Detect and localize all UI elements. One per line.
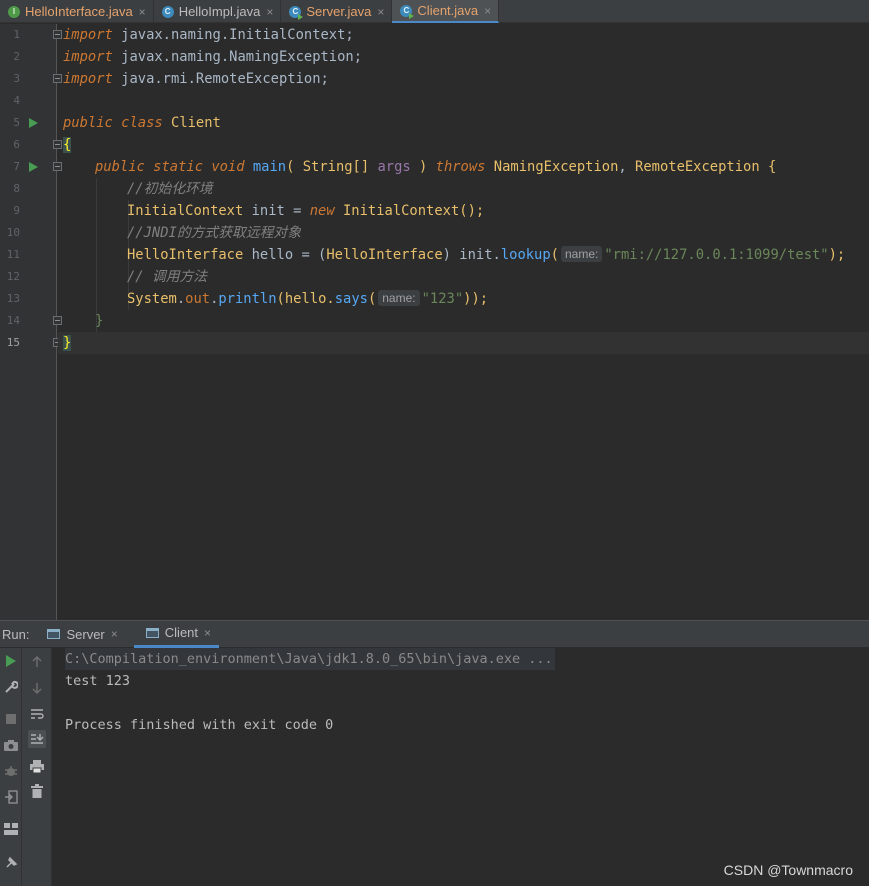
run-gutter-icon[interactable]: [29, 162, 38, 172]
print-icon[interactable]: [28, 757, 46, 775]
console-icon: [145, 627, 159, 638]
line-number: 12: [6, 270, 20, 283]
class-run-icon: C: [289, 5, 304, 20]
code-line-1: import javax.naming.InitialContext;: [63, 27, 354, 43]
code-line-11: HelloInterface hello = (HelloInterface) …: [127, 246, 846, 263]
run-tab-client[interactable]: Client ×: [133, 621, 220, 648]
fold-icon[interactable]: [53, 140, 62, 149]
interface-icon: I: [8, 5, 20, 18]
line-number: 9: [13, 204, 20, 217]
run-gutter-icon[interactable]: [29, 118, 38, 128]
login-icon[interactable]: [2, 788, 20, 806]
console-line: Process finished with exit code 0: [65, 717, 334, 733]
code-line-8: //初始化环境: [127, 181, 213, 197]
code-line-14: }: [95, 313, 104, 329]
code-line-13: System.out.println(hello.says(name: "123"…: [127, 290, 489, 307]
close-icon[interactable]: ×: [111, 627, 118, 641]
line-number: 2: [13, 50, 20, 63]
code-line-3: import java.rmi.RemoteException;: [63, 71, 329, 87]
wrench-icon[interactable]: [2, 678, 20, 696]
fold-icon[interactable]: [53, 74, 62, 83]
close-icon[interactable]: ×: [139, 5, 146, 19]
soft-wrap-icon[interactable]: [28, 705, 46, 723]
code-line-15: }: [63, 335, 72, 351]
rerun-icon[interactable]: [2, 652, 20, 670]
trash-icon[interactable]: [28, 782, 46, 800]
code-editor[interactable]: 1 2 3 4 5 6 7 8 9 10 11 12 13 14 15 impo…: [0, 24, 869, 620]
console-icon: [47, 629, 61, 639]
run-tab-label: Client: [164, 625, 199, 640]
current-line-highlight: [58, 332, 869, 354]
run-toolbar-right: [22, 648, 52, 886]
editor-gutter: 1 2 3 4 5 6 7 8 9 10 11 12 13 14 15: [0, 24, 62, 620]
tab-label: HelloImpl.java: [178, 4, 261, 19]
tab-label: Server.java: [306, 4, 372, 19]
parameter-hint: name:: [560, 246, 603, 262]
console-line: C:\Compilation_environment\Java\jdk1.8.0…: [65, 648, 555, 670]
close-icon[interactable]: ×: [204, 626, 211, 640]
line-number: 4: [13, 94, 20, 107]
code-line-6: {: [63, 137, 72, 153]
run-tab-server[interactable]: Server ×: [47, 621, 125, 648]
run-tab-label: Server: [66, 626, 105, 642]
close-icon[interactable]: ×: [377, 5, 384, 19]
fold-icon[interactable]: [53, 30, 62, 39]
console-line: test 123: [65, 673, 131, 689]
close-icon[interactable]: ×: [266, 5, 273, 19]
line-number: 8: [13, 182, 20, 195]
run-panel-header: Run: Server × Client ×: [0, 620, 869, 648]
line-number: 13: [6, 292, 20, 305]
line-number: 1: [13, 28, 20, 41]
code-line-12: // 调用方法: [127, 269, 208, 285]
camera-icon[interactable]: [2, 736, 20, 754]
close-icon[interactable]: ×: [484, 4, 491, 18]
class-icon: C: [161, 5, 174, 18]
tab-client[interactable]: C Client.java ×: [392, 0, 500, 23]
bug-icon[interactable]: [2, 762, 20, 780]
stop-icon[interactable]: [2, 710, 20, 728]
line-number: 15: [6, 336, 20, 349]
line-number: 10: [6, 226, 20, 239]
pin-icon[interactable]: [2, 854, 20, 872]
indent-guide: [96, 178, 97, 332]
line-number: 3: [13, 72, 20, 85]
tab-helloimpl[interactable]: C HelloImpl.java ×: [154, 0, 282, 23]
code-line-9: InitialContext init = new InitialContext…: [127, 203, 485, 219]
code-line-5: public class Client: [63, 115, 221, 131]
line-number: 7: [13, 160, 20, 173]
tab-hellointerface[interactable]: I HelloInterface.java ×: [0, 0, 154, 23]
line-number: 11: [6, 248, 20, 261]
arrow-down-icon[interactable]: [28, 679, 46, 697]
code-line-10: //JNDI的方式获取远程对象: [127, 225, 302, 241]
fold-icon[interactable]: [53, 316, 62, 325]
editor-tab-bar: I HelloInterface.java × C HelloImpl.java…: [0, 0, 869, 23]
line-number: 14: [6, 314, 20, 327]
fold-icon[interactable]: [53, 162, 62, 171]
code-line-2: import javax.naming.NamingException;: [63, 49, 363, 65]
code-line-7: public static void main( String[] args )…: [95, 159, 777, 175]
run-label: Run:: [2, 626, 30, 642]
line-number: 6: [13, 138, 20, 151]
run-toolbar-left: [0, 648, 22, 886]
tab-label: HelloInterface.java: [25, 4, 133, 19]
line-number: 5: [13, 116, 20, 129]
layout-icon[interactable]: [2, 820, 20, 838]
class-run-icon: C: [400, 4, 415, 19]
scroll-to-end-icon[interactable]: [28, 730, 46, 748]
console-output[interactable]: C:\Compilation_environment\Java\jdk1.8.0…: [53, 648, 869, 886]
arrow-up-icon[interactable]: [28, 653, 46, 671]
tab-label: Client.java: [417, 3, 479, 18]
watermark: CSDN @Townmacro: [723, 862, 853, 878]
tab-server[interactable]: C Server.java ×: [281, 0, 393, 23]
parameter-hint: name:: [378, 290, 420, 306]
